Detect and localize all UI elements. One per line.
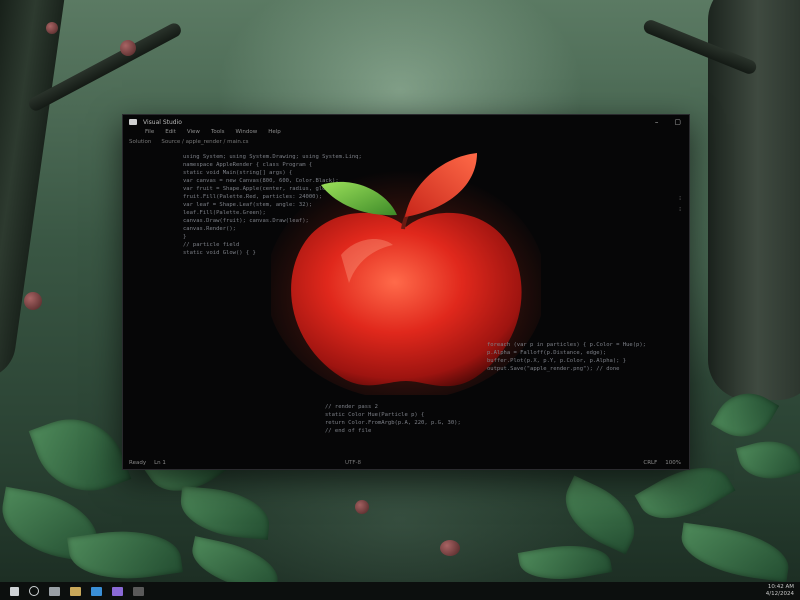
path-root[interactable]: Solution (129, 139, 151, 149)
taskbar: 10:42 AM 4/12/2024 (0, 582, 800, 600)
status-ready: Ready (129, 460, 147, 466)
maximize-icon[interactable]: ▢ (674, 118, 681, 126)
search-icon[interactable] (29, 586, 39, 596)
status-bar-right: CRLF 100% (643, 460, 681, 466)
leaf (735, 432, 800, 488)
minimize-icon[interactable]: – (655, 118, 659, 126)
path-bar: Solution Source / apple_render / main.cs (129, 139, 249, 149)
code-line: buffer.Plot(p.X, p.Y, p.Color, p.Alpha);… (487, 358, 627, 364)
window-titlebar[interactable]: Visual Studio – ▢ (123, 115, 689, 129)
browser-icon[interactable] (91, 586, 102, 596)
system-tray-clock[interactable]: 10:42 AM 4/12/2024 (766, 584, 794, 598)
leaf (28, 403, 132, 507)
menu-bar: File Edit View Tools Window Help (145, 129, 281, 139)
status-eol[interactable]: CRLF (643, 460, 657, 466)
status-bar-left: Ready Ln 1 (129, 460, 166, 466)
menu-edit[interactable]: Edit (165, 129, 176, 139)
editor-app-icon[interactable] (112, 586, 123, 596)
berry (440, 540, 460, 556)
code-block-lower[interactable]: // render pass 2 static Color Hue(Partic… (325, 403, 461, 435)
task-view-icon[interactable] (49, 586, 60, 596)
clock-date: 4/12/2024 (765, 591, 794, 597)
menu-file[interactable]: File (145, 129, 154, 139)
window-controls: – ▢ (655, 118, 681, 126)
berry (355, 500, 369, 514)
berry (46, 22, 58, 34)
clock-time: 10:42 AM (767, 584, 794, 590)
status-encoding[interactable]: UTF-8 (345, 460, 361, 466)
code-block-middle[interactable]: foreach (var p in particles) { p.Color =… (487, 341, 646, 373)
menu-window[interactable]: Window (236, 129, 258, 139)
scrollbar[interactable]: ⁝ ⁝ (679, 193, 681, 215)
code-line: // end of file (325, 428, 372, 434)
leaf (677, 522, 793, 583)
leaf (553, 475, 647, 555)
app-icon (129, 119, 137, 125)
code-line: output.Save("apple_render.png"); // done (487, 366, 620, 372)
scroll-up-icon[interactable]: ⁝ (679, 193, 681, 204)
menu-help[interactable]: Help (268, 129, 281, 139)
leaf (178, 486, 272, 540)
code-line: foreach (var p in particles) { p.Color =… (487, 342, 646, 348)
window-title: Visual Studio (143, 118, 182, 126)
terminal-icon[interactable] (133, 586, 144, 596)
berry (120, 40, 136, 56)
scroll-thumb-icon[interactable]: ⁝ (679, 204, 681, 215)
menu-tools[interactable]: Tools (211, 129, 225, 139)
code-line: p.Alpha = Falloff(p.Distance, edge); (487, 350, 607, 356)
code-line: return Color.FromArgb(p.A, 220, p.G, 30)… (325, 420, 461, 426)
code-line: static Color Hue(Particle p) { (325, 412, 425, 418)
path-file[interactable]: Source / apple_render / main.cs (161, 139, 248, 149)
menu-view[interactable]: View (187, 129, 200, 139)
editor-window[interactable]: Visual Studio – ▢ File Edit View Tools W… (122, 114, 690, 470)
berry (24, 292, 42, 310)
code-line: // render pass 2 (325, 404, 378, 410)
tree-trunk-left (0, 0, 69, 383)
status-line[interactable]: Ln 1 (154, 460, 166, 466)
folder-icon[interactable] (70, 586, 81, 596)
start-icon[interactable] (10, 586, 19, 596)
status-zoom[interactable]: 100% (665, 460, 681, 466)
leaf (517, 537, 613, 588)
